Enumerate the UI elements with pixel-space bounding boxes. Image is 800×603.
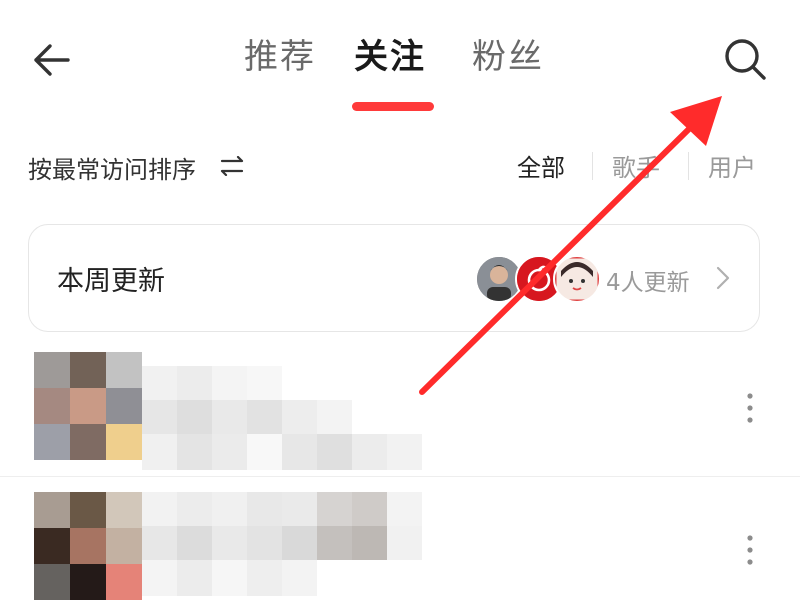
weekly-update-title: 本周更新 <box>57 266 165 297</box>
filter-all[interactable]: 全部 <box>517 148 565 183</box>
avatar <box>553 255 601 303</box>
redacted-name <box>142 492 422 596</box>
tab-recommend[interactable]: 推荐 <box>244 34 316 80</box>
tab-bar: 推荐 关注 粉丝 <box>0 34 800 111</box>
filter-divider <box>688 152 689 180</box>
filter-divider <box>592 152 593 180</box>
active-tab-indicator <box>352 102 434 111</box>
weekly-update-card[interactable]: 本周更新 4人更新 <box>28 224 760 332</box>
list-item[interactable] <box>0 478 800 602</box>
more-vertical-icon[interactable] <box>740 532 760 572</box>
filter-user[interactable]: 用户 <box>708 148 756 183</box>
chevron-right-icon <box>716 266 730 290</box>
tab-fans[interactable]: 粉丝 <box>472 34 544 80</box>
search-icon[interactable] <box>722 36 770 84</box>
redacted-name <box>142 366 422 470</box>
list-divider <box>0 476 800 477</box>
list-item[interactable] <box>0 352 800 476</box>
filter-singer[interactable]: 歌手 <box>612 148 660 183</box>
tab-following[interactable]: 关注 <box>354 34 426 80</box>
sort-mode-label[interactable]: 按最常访问排序 <box>28 150 196 185</box>
sort-toggle-icon[interactable] <box>220 156 246 176</box>
top-bar: 推荐 关注 粉丝 <box>0 0 800 111</box>
sort-filter-bar: 按最常访问排序 全部 歌手 用户 <box>0 140 800 194</box>
more-vertical-icon[interactable] <box>740 390 760 430</box>
updated-avatars <box>475 255 601 305</box>
update-count: 4人更新 <box>606 270 690 296</box>
